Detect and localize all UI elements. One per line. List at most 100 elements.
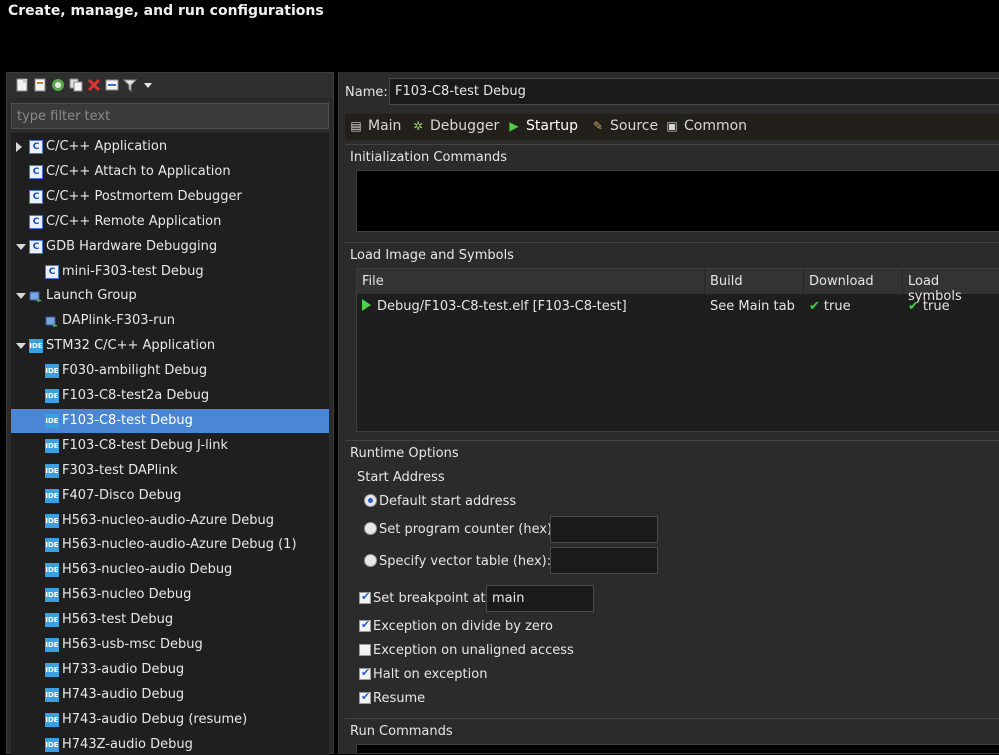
set-program-counter-radio[interactable] <box>364 522 377 535</box>
exception-unaligned-checkbox[interactable] <box>359 644 371 656</box>
breakpoint-input[interactable] <box>486 585 594 612</box>
load-image-table[interactable]: File Build Download Load symbols Debug/F… <box>356 268 999 432</box>
tree-item[interactable]: IDE F407-Disco Debug <box>11 484 329 508</box>
chevron-down-icon[interactable] <box>16 293 26 299</box>
init-commands-textarea[interactable] <box>356 170 999 232</box>
cell-load-symbols[interactable]: ✔ true <box>903 297 999 319</box>
c-application-icon: C <box>29 165 43 179</box>
tree-item-label: DAPlink-F303-run <box>62 313 176 328</box>
stm32-ide-icon: IDE <box>45 389 59 403</box>
tree-item[interactable]: C GDB Hardware Debugging <box>11 235 329 259</box>
tree-item[interactable]: C C/C++ Postmortem Debugger <box>11 185 329 209</box>
default-start-address-label[interactable]: Default start address <box>379 494 516 509</box>
chevron-down-icon[interactable] <box>16 343 26 349</box>
halt-on-exception-checkbox[interactable] <box>359 666 371 680</box>
table-row[interactable]: Debug/F103-C8-test.elf [F103-C8-test] <box>357 297 705 319</box>
resume-label[interactable]: Resume <box>373 691 425 706</box>
tree-item[interactable]: IDE H563-nucleo-audio-Azure Debug <box>11 509 329 533</box>
tab-source[interactable]: ✎ Source <box>591 118 658 138</box>
tree-item[interactable]: IDE H563-nucleo-audio Debug <box>11 558 329 582</box>
runtime-options-title: Runtime Options <box>350 446 459 461</box>
set-breakpoint-checkbox[interactable] <box>359 590 371 604</box>
export-icon[interactable] <box>51 78 65 92</box>
stm32-ide-icon: IDE <box>45 738 59 752</box>
tree-item[interactable]: IDE F103-C8-test Debug J-link <box>11 434 329 458</box>
delete-icon[interactable] <box>87 78 101 92</box>
stm32-ide-icon: IDE <box>45 489 59 503</box>
tree-item-label: GDB Hardware Debugging <box>46 239 218 254</box>
tree-item[interactable]: IDE H563-usb-msc Debug <box>11 633 329 657</box>
stm32-ide-icon: IDE <box>45 563 59 577</box>
set-breakpoint-label[interactable]: Set breakpoint at: <box>373 591 490 606</box>
default-start-address-radio[interactable] <box>364 494 377 507</box>
tree-item[interactable]: IDE H743-audio Debug (resume) <box>11 708 329 732</box>
launch-group-icon <box>45 314 59 328</box>
set-program-counter-label[interactable]: Set program counter (hex): <box>379 522 556 537</box>
tree-item[interactable]: C C/C++ Remote Application <box>11 210 329 234</box>
c-application-icon: C <box>29 215 43 229</box>
tree-item[interactable]: IDE H743Z-audio Debug <box>11 733 329 755</box>
tree-item[interactable]: IDE F303-test DAPlink <box>11 459 329 483</box>
tree-item[interactable]: IDE H563-test Debug <box>11 608 329 632</box>
duplicate-icon[interactable] <box>69 78 83 92</box>
tree-item[interactable]: IDE F103-C8-test2a Debug <box>11 384 329 408</box>
tree-item[interactable]: IDE F103-C8-test Debug <box>11 409 329 433</box>
cell-download[interactable]: ✔ true <box>804 297 903 319</box>
tree-item[interactable]: C C/C++ Application <box>11 135 329 159</box>
tree-item[interactable]: IDE STM32 C/C++ Application <box>11 334 329 358</box>
chevron-right-icon[interactable] <box>16 142 22 152</box>
halt-on-exception-label[interactable]: Halt on exception <box>373 667 487 682</box>
tree-item-label: H563-nucleo-audio Debug <box>62 562 233 577</box>
column-header-file[interactable]: File <box>357 269 705 294</box>
tree-item[interactable]: IDE H743-audio Debug <box>11 683 329 707</box>
chevron-down-icon[interactable] <box>16 244 26 250</box>
tree-item[interactable]: C C/C++ Attach to Application <box>11 160 329 184</box>
exception-divide-by-zero-label[interactable]: Exception on divide by zero <box>373 619 553 634</box>
tree-item-label: STM32 C/C++ Application <box>46 338 216 353</box>
tree-item-label: Launch Group <box>46 288 137 303</box>
init-commands-title: Initialization Commands <box>350 150 507 165</box>
tree-item-label: H563-nucleo-audio-Azure Debug (1) <box>62 537 297 552</box>
tab-debugger[interactable]: ✲ Debugger <box>411 118 499 138</box>
tree-item[interactable]: IDE H563-nucleo-audio-Azure Debug (1) <box>11 533 329 557</box>
column-header-load-symbols[interactable]: Load symbols <box>903 269 999 304</box>
tree-item-label: H563-nucleo Debug <box>62 587 192 602</box>
filter-input[interactable] <box>11 103 329 129</box>
program-counter-input[interactable] <box>550 516 658 543</box>
run-commands-textarea[interactable] <box>356 744 999 754</box>
collapse-all-icon[interactable] <box>105 78 119 92</box>
new-launch-config-icon[interactable] <box>15 78 29 92</box>
tab-main[interactable]: ▤ Main <box>349 118 401 138</box>
resume-checkbox[interactable] <box>359 690 371 704</box>
stm32-ide-icon: IDE <box>45 464 59 478</box>
tree-item[interactable]: IDE H733-audio Debug <box>11 658 329 682</box>
name-input[interactable] <box>389 78 999 105</box>
tree-item[interactable]: DAPlink-F303-run <box>11 309 329 333</box>
tree-item[interactable]: Cmini-F303-test Debug <box>11 260 329 284</box>
stm32-ide-icon: IDE <box>45 364 59 378</box>
tree-item[interactable]: IDE H563-nucleo Debug <box>11 583 329 607</box>
filter-icon[interactable] <box>122 78 138 93</box>
tree-item-label: H743-audio Debug <box>62 687 185 702</box>
configuration-list-panel: CC/C++ ApplicationCC/C++ Attach to Appli… <box>6 72 334 755</box>
column-header-build[interactable]: Build <box>705 269 804 294</box>
tree-item[interactable]: IDE F030-ambilight Debug <box>11 359 329 383</box>
c-application-icon: C <box>29 240 43 254</box>
column-header-download[interactable]: Download <box>804 269 903 294</box>
tab-common[interactable]: ▣ Common <box>665 118 747 138</box>
specify-vector-table-label[interactable]: Specify vector table (hex): <box>379 554 551 569</box>
view-menu-icon[interactable] <box>141 78 155 92</box>
tab-label: Startup <box>526 118 578 134</box>
vector-table-input[interactable] <box>550 547 658 574</box>
tree-item[interactable]: Launch Group <box>11 284 329 308</box>
exception-unaligned-label[interactable]: Exception on unaligned access <box>373 643 574 658</box>
stm32-ide-icon: IDE <box>45 713 59 727</box>
new-prototype-icon[interactable] <box>33 78 47 92</box>
cell-load-symbols-value: true <box>922 299 950 314</box>
run-commands-title: Run Commands <box>350 724 453 739</box>
specify-vector-table-radio[interactable] <box>364 554 377 567</box>
startup-tab-icon: ▶ <box>509 119 519 133</box>
tab-startup[interactable]: ▶ Startup <box>507 118 578 138</box>
exception-divide-by-zero-checkbox[interactable] <box>359 618 371 632</box>
tree-item-label: F303-test DAPlink <box>62 463 178 478</box>
